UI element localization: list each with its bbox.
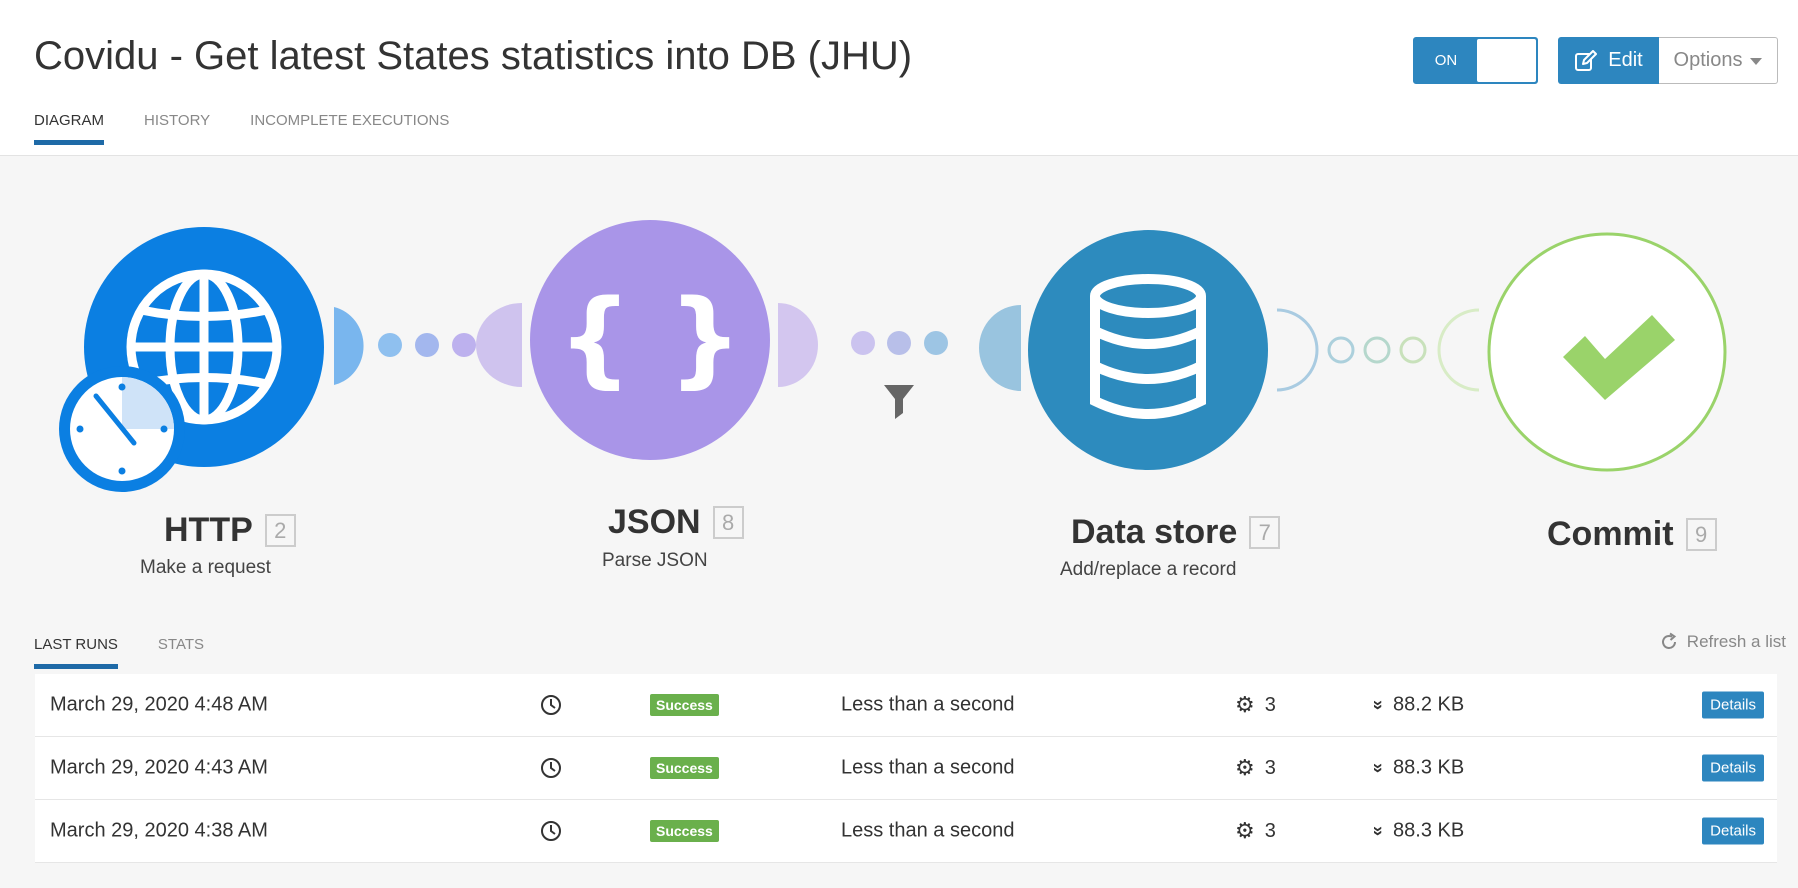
datastore-module-number: 7	[1249, 516, 1281, 549]
options-dropdown-button[interactable]: Options	[1659, 37, 1778, 84]
datastore-module-name: Data store	[1071, 513, 1238, 551]
main-tabs: DIAGRAM HISTORY INCOMPLETE EXECUTIONS	[34, 112, 489, 145]
http-module[interactable]	[59, 227, 324, 492]
edit-button-label: Edit	[1608, 49, 1643, 71]
commit-module-number: 9	[1685, 518, 1717, 551]
json-module-subtitle: Parse JSON	[602, 550, 708, 571]
tab-incomplete-executions[interactable]: INCOMPLETE EXECUTIONS	[250, 112, 449, 145]
run-duration: Less than a second	[841, 693, 1015, 716]
operations-count: 3	[1264, 756, 1276, 779]
run-data-size: » 88.3 KB	[1369, 819, 1465, 843]
commit-module-name: Commit	[1547, 515, 1674, 553]
edit-options-group: Edit Options	[1558, 37, 1778, 84]
tab-stats[interactable]: STATS	[158, 636, 204, 669]
details-button[interactable]: Details	[1702, 691, 1764, 719]
run-data-size: » 88.2 KB	[1369, 693, 1465, 717]
commit-module-title: Commit 9	[1547, 515, 1717, 554]
runs-tabs: LAST RUNS STATS	[34, 636, 244, 669]
operations-count: 3	[1264, 693, 1276, 716]
caret-down-icon	[1750, 58, 1763, 65]
refresh-list-button[interactable]: Refresh a list	[1659, 632, 1786, 652]
run-date: March 29, 2020 4:43 AM	[50, 756, 268, 779]
double-chevron-down-icon: »	[1368, 762, 1389, 774]
last-runs-table: March 29, 2020 4:48 AM Success Less than…	[35, 674, 1777, 863]
clock-icon	[59, 366, 185, 492]
run-duration: Less than a second	[841, 819, 1015, 842]
http-module-title: HTTP 2	[164, 511, 296, 550]
json-module-number: 8	[712, 506, 744, 539]
gear-icon: ⚙	[1235, 755, 1255, 780]
connector-json-datastore[interactable]	[778, 303, 1021, 391]
table-row[interactable]: March 29, 2020 4:48 AM Success Less than…	[35, 674, 1777, 737]
run-date: March 29, 2020 4:48 AM	[50, 693, 268, 716]
data-size-value: 88.3 KB	[1393, 819, 1465, 842]
clock-icon	[541, 758, 561, 778]
http-module-name: HTTP	[164, 511, 253, 549]
gear-icon: ⚙	[1235, 692, 1255, 717]
status-badge: Success	[650, 820, 719, 842]
run-date: March 29, 2020 4:38 AM	[50, 819, 268, 842]
json-module[interactable]: { }	[530, 220, 770, 460]
json-module-title: JSON 8	[608, 503, 744, 542]
double-chevron-down-icon: »	[1368, 699, 1389, 711]
scenario-on-toggle[interactable]: ON	[1413, 37, 1538, 84]
json-module-name: JSON	[608, 503, 701, 541]
edit-button[interactable]: Edit	[1558, 37, 1659, 84]
braces-icon: { }	[558, 277, 742, 399]
tab-last-runs[interactable]: LAST RUNS	[34, 636, 118, 669]
options-button-label: Options	[1673, 49, 1743, 71]
datastore-module[interactable]	[1028, 230, 1268, 470]
status-badge: Success	[650, 694, 719, 716]
data-size-value: 88.3 KB	[1393, 756, 1465, 779]
data-size-value: 88.2 KB	[1393, 693, 1465, 716]
tab-diagram[interactable]: DIAGRAM	[34, 112, 105, 145]
run-operations: ⚙ 3	[1235, 755, 1276, 781]
gear-icon: ⚙	[1235, 818, 1255, 843]
clock-icon	[541, 821, 561, 841]
operations-count: 3	[1264, 819, 1276, 842]
header: Covidu - Get latest States statistics in…	[0, 0, 1798, 156]
tab-history[interactable]: HISTORY	[144, 112, 210, 145]
commit-module[interactable]	[1487, 232, 1727, 472]
http-module-subtitle: Make a request	[140, 557, 271, 578]
refresh-list-label: Refresh a list	[1686, 632, 1786, 651]
page-title: Covidu - Get latest States statistics in…	[34, 34, 913, 78]
filter-icon[interactable]	[884, 385, 914, 419]
run-duration: Less than a second	[841, 756, 1015, 779]
toggle-on-label: ON	[1434, 52, 1458, 69]
run-operations: ⚙ 3	[1235, 692, 1276, 718]
run-data-size: » 88.3 KB	[1369, 756, 1465, 780]
connector-datastore-commit[interactable]	[1276, 308, 1480, 392]
toggle-knob	[1477, 39, 1536, 82]
details-button[interactable]: Details	[1702, 754, 1764, 782]
status-badge: Success	[650, 757, 719, 779]
details-button[interactable]: Details	[1702, 817, 1764, 845]
table-row[interactable]: March 29, 2020 4:43 AM Success Less than…	[35, 737, 1777, 800]
datastore-module-subtitle: Add/replace a record	[1060, 559, 1237, 580]
scenario-diagram: { } HTTP 2 Make a request JSON 8 Parse J…	[0, 157, 1798, 597]
clock-icon	[541, 695, 561, 715]
connector-http-json[interactable]	[334, 303, 522, 387]
table-row[interactable]: March 29, 2020 4:38 AM Success Less than…	[35, 800, 1777, 863]
run-operations: ⚙ 3	[1235, 818, 1276, 844]
svg-text:{ }: { }	[558, 277, 742, 399]
refresh-icon	[1661, 632, 1676, 649]
datastore-module-title: Data store 7	[1071, 513, 1281, 552]
edit-icon	[1575, 49, 1598, 71]
double-chevron-down-icon: »	[1368, 825, 1389, 837]
http-module-number: 2	[264, 514, 296, 547]
